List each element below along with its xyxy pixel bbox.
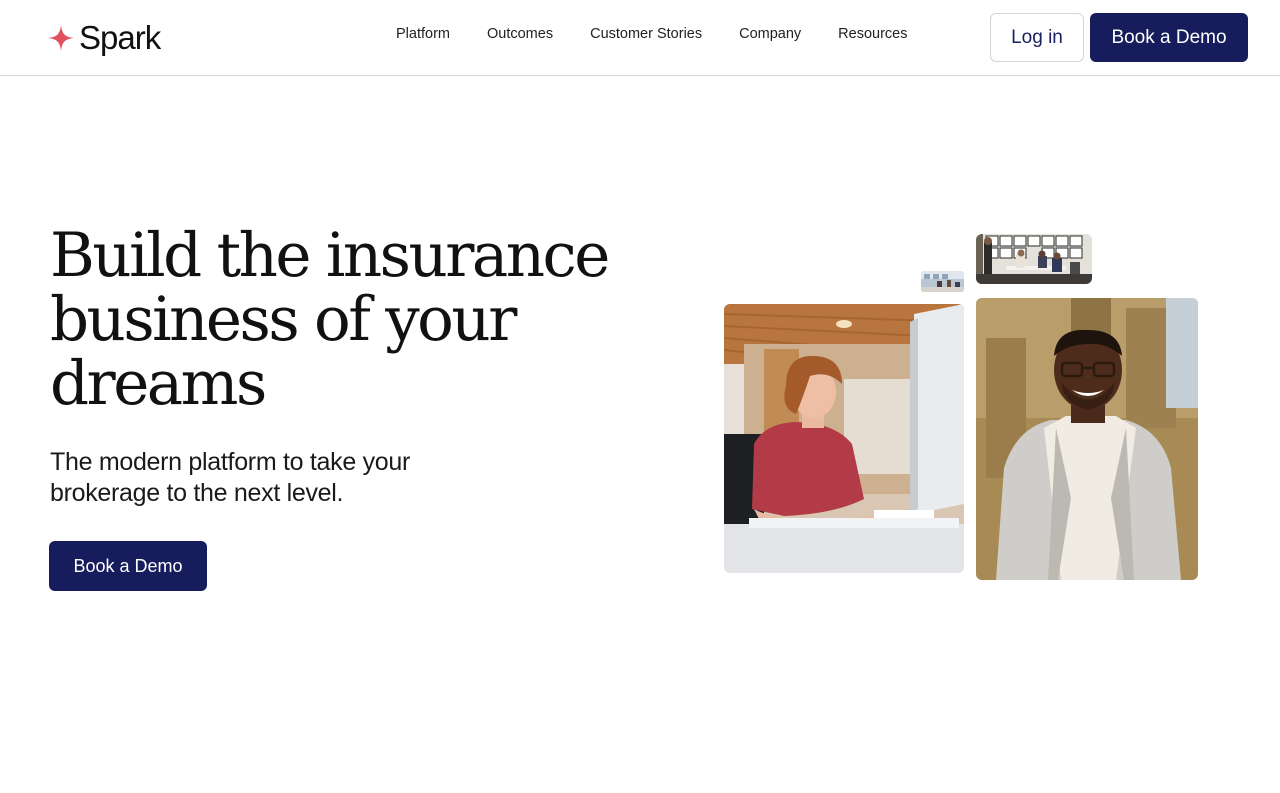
hero-subtitle: The modern platform to take your brokera… (50, 448, 411, 507)
login-button[interactable]: Log in (990, 13, 1084, 62)
nav-item-resources[interactable]: Resources (838, 25, 907, 43)
team-meeting-image (976, 234, 1092, 284)
office-thumbnail-image (921, 271, 964, 292)
nav-item-outcomes[interactable]: Outcomes (487, 25, 553, 43)
nav-item-customer-stories[interactable]: Customer Stories (590, 25, 702, 43)
woman-at-computer-image (724, 304, 964, 573)
sparkle-star-icon (48, 25, 74, 51)
brand-name: Spark (79, 19, 161, 56)
hero-title: Build the insurance business of your dre… (50, 220, 610, 419)
nav-item-company[interactable]: Company (739, 25, 801, 43)
book-demo-header-button[interactable]: Book a Demo (1090, 13, 1248, 62)
nav-item-platform[interactable]: Platform (396, 25, 450, 43)
main-nav: Platform Outcomes Customer Stories Compa… (396, 25, 907, 43)
book-demo-hero-button[interactable]: Book a Demo (49, 541, 207, 591)
spark-logo[interactable]: Spark (48, 19, 161, 56)
man-portrait-image (976, 298, 1198, 580)
site-header: Spark Platform Outcomes Customer Stories… (0, 0, 1280, 76)
